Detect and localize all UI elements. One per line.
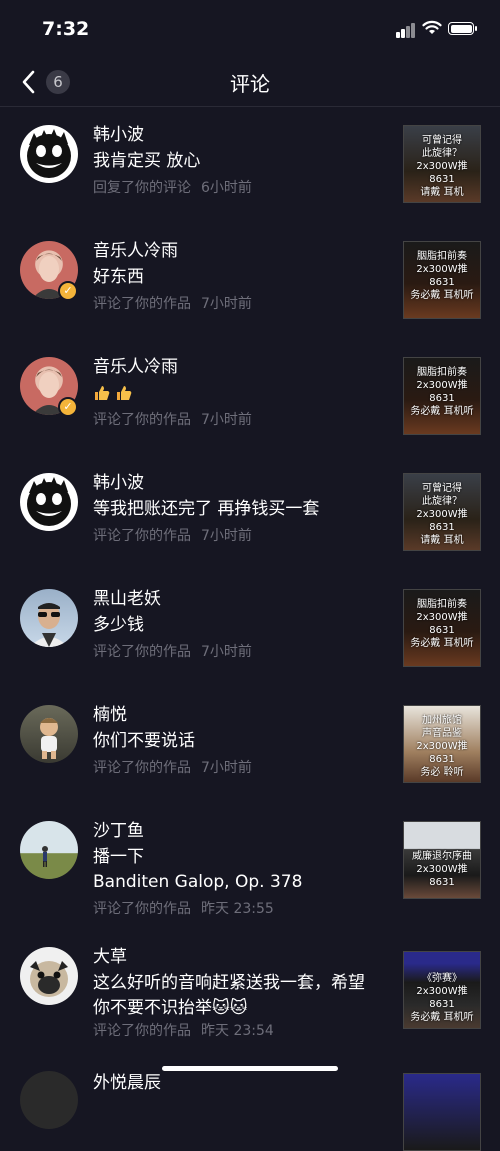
monster-avatar-image: [27, 477, 71, 526]
avatar[interactable]: [20, 947, 78, 1005]
thumbnail-caption: 威廉退尔序曲 2x300W推8631: [412, 851, 472, 888]
comment-meta: 评论了你的作品 昨天 23:54: [93, 1021, 398, 1041]
monster-avatar-image: [27, 129, 71, 178]
user-name[interactable]: 沙丁鱼: [93, 820, 393, 842]
action-text: 评论了你的作品: [93, 412, 191, 428]
user-name[interactable]: 楠悦: [93, 704, 393, 726]
comment-meta: 评论了你的作品 7小时前: [93, 526, 393, 546]
video-thumbnail[interactable]: 可曾记得 此旋律？ 2x300W推8631 请戴 耳机: [403, 125, 481, 203]
time-text: 7小时前: [201, 760, 252, 776]
video-thumbnail[interactable]: [403, 1073, 481, 1151]
list-item[interactable]: 外悦晨辰: [0, 1049, 500, 1151]
thumbnail-caption: 胭脂扣前奏 2x300W推8631 务必戴 耳机听: [410, 251, 474, 301]
thumbnail-caption: 可曾记得 此旋律？ 2x300W推8631 请戴 耳机: [416, 483, 468, 546]
comment-meta: 回复了你的评论 6小时前: [93, 178, 393, 198]
user-name[interactable]: 音乐人冷雨: [93, 240, 393, 262]
comment-meta: 评论了你的作品 7小时前: [93, 410, 393, 430]
video-thumbnail[interactable]: 胭脂扣前奏 2x300W推8631 务必戴 耳机听: [403, 241, 481, 319]
action-text: 回复了你的评论: [93, 180, 191, 196]
page-title: 评论: [230, 72, 270, 96]
avatar[interactable]: [20, 125, 78, 183]
comment-text: 这么好听的音响赶紧送我一套，希望 你不要不识抬举🐱🐱: [93, 971, 398, 1021]
time-text: 7小时前: [201, 412, 252, 428]
avatar[interactable]: [20, 1071, 78, 1129]
status-bar: 7:32: [0, 0, 500, 60]
verified-badge-icon: ✓: [58, 397, 78, 417]
nav-bar: 6 评论: [0, 58, 500, 107]
video-thumbnail[interactable]: 可曾记得 此旋律？ 2x300W推8631 请戴 耳机: [403, 473, 481, 551]
comment-meta: 评论了你的作品 7小时前: [93, 642, 393, 662]
action-text: 评论了你的作品: [93, 644, 191, 660]
thumbs-up-icon: [95, 386, 110, 400]
list-item[interactable]: 黑山老妖 多少钱 评论了你的作品 7小时前 胭脂扣前奏 2x300W推8631 务…: [0, 571, 500, 687]
comment-line: 这么好听的音响赶紧送我一套，希望: [93, 973, 365, 993]
video-thumbnail[interactable]: 加州旅馆 声音品鉴 2x300W推8631 务必 聆听: [403, 705, 481, 783]
time-text: 6小时前: [201, 180, 252, 196]
action-text: 评论了你的作品: [93, 528, 191, 544]
list-item[interactable]: 韩小波 我肯定买 放心 回复了你的评论 6小时前 可曾记得 此旋律？ 2x300W…: [0, 107, 500, 223]
time-text: 昨天 23:55: [201, 901, 274, 917]
time-text: 昨天 23:54: [201, 1023, 274, 1039]
comment-line: 播一下: [93, 847, 144, 867]
comment-text: 播一下 Banditen Galop, Op. 378: [93, 845, 393, 895]
video-thumbnail[interactable]: 《弥赛》 2x300W推8631 务必戴 耳机听: [403, 951, 481, 1029]
action-text: 评论了你的作品: [93, 760, 191, 776]
avatar[interactable]: [20, 589, 78, 647]
video-thumbnail[interactable]: 胭脂扣前奏 2x300W推8631 务必戴 耳机听: [403, 589, 481, 667]
avatar[interactable]: [20, 821, 78, 879]
field-avatar-image: [42, 846, 48, 867]
user-name[interactable]: 大草: [93, 946, 398, 968]
thumbnail-caption: 加州旅馆 声音品鉴 2x300W推8631 务必 聆听: [416, 715, 468, 778]
action-text: 评论了你的作品: [93, 1023, 191, 1039]
man-glasses-avatar-image: [30, 603, 68, 647]
comment-list: 韩小波 我肯定买 放心 回复了你的评论 6小时前 可曾记得 此旋律？ 2x300W…: [0, 107, 500, 1151]
thumbnail-caption: 《弥赛》 2x300W推8631 务必戴 耳机听: [410, 973, 474, 1023]
comment-meta: 评论了你的作品 7小时前: [93, 758, 393, 778]
list-item[interactable]: 楠悦 你们不要说话 评论了你的作品 7小时前 加州旅馆 声音品鉴 2x300W推8…: [0, 687, 500, 803]
user-name[interactable]: 韩小波: [93, 124, 393, 146]
comment-text: 我肯定买 放心: [93, 151, 201, 171]
thumbs-up-icon: [117, 386, 132, 400]
list-item[interactable]: ✓ 音乐人冷雨 好东西 评论了你的作品 7小时前 胭脂扣前奏 2x300W推863…: [0, 223, 500, 339]
comment-meta: 评论了你的作品 7小时前: [93, 294, 393, 314]
battery-icon: [448, 22, 477, 35]
pug-avatar-image: [30, 961, 68, 997]
thumbnail-caption: 胭脂扣前奏 2x300W推8631 务必戴 耳机听: [410, 599, 474, 649]
list-item[interactable]: 沙丁鱼 播一下 Banditen Galop, Op. 378 评论了你的作品昨…: [0, 803, 500, 929]
comment-text: 你们不要说话: [93, 731, 195, 751]
avatar[interactable]: [20, 705, 78, 763]
time-text: 7小时前: [201, 296, 252, 312]
action-text: 评论了你的作品: [93, 296, 191, 312]
action-text: 评论了你的作品: [93, 901, 191, 917]
user-name[interactable]: 外悦晨辰: [93, 1072, 393, 1094]
list-item[interactable]: 大草 这么好听的音响赶紧送我一套，希望 你不要不识抬举🐱🐱 评论了你的作品 昨天 …: [0, 929, 500, 1049]
video-thumbnail[interactable]: 威廉退尔序曲 2x300W推8631: [403, 821, 481, 899]
comment-line: Banditen Galop, Op. 378: [93, 872, 303, 892]
status-time: 7:32: [42, 18, 90, 40]
avatar[interactable]: [20, 473, 78, 531]
thumbnail-caption: 胭脂扣前奏 2x300W推8631 务必戴 耳机听: [410, 367, 474, 417]
comment-text: 等我把账还完了 再挣钱买一套: [93, 499, 320, 519]
comment-text: 好东西: [93, 267, 144, 287]
thumbnail-caption: 可曾记得 此旋律？ 2x300W推8631 请戴 耳机: [416, 135, 468, 198]
comment-text: [93, 381, 393, 406]
list-item[interactable]: ✓ 音乐人冷雨 评论了你的作品 7小时前 胭脂扣前奏 2x300W推8631 务必…: [0, 339, 500, 455]
time-text: 7小时前: [201, 528, 252, 544]
verified-badge-icon: ✓: [58, 281, 78, 301]
comment-line: 你不要不识抬举🐱🐱: [93, 998, 248, 1018]
user-name[interactable]: 黑山老妖: [93, 588, 393, 610]
video-thumbnail[interactable]: 胭脂扣前奏 2x300W推8631 务必戴 耳机听: [403, 357, 481, 435]
comment-meta: 评论了你的作品 昨天 23:55: [93, 899, 393, 919]
cellular-signal-icon: [396, 22, 416, 38]
baby-avatar-image: [40, 718, 58, 759]
list-item[interactable]: 韩小波 等我把账还完了 再挣钱买一套 评论了你的作品 7小时前 可曾记得 此旋律？…: [0, 455, 500, 571]
wifi-icon: [422, 20, 442, 34]
user-name[interactable]: 音乐人冷雨: [93, 356, 393, 378]
user-name[interactable]: 韩小波: [93, 472, 393, 494]
time-text: 7小时前: [201, 644, 252, 660]
home-indicator[interactable]: [162, 1066, 338, 1071]
comment-text: 多少钱: [93, 615, 144, 635]
